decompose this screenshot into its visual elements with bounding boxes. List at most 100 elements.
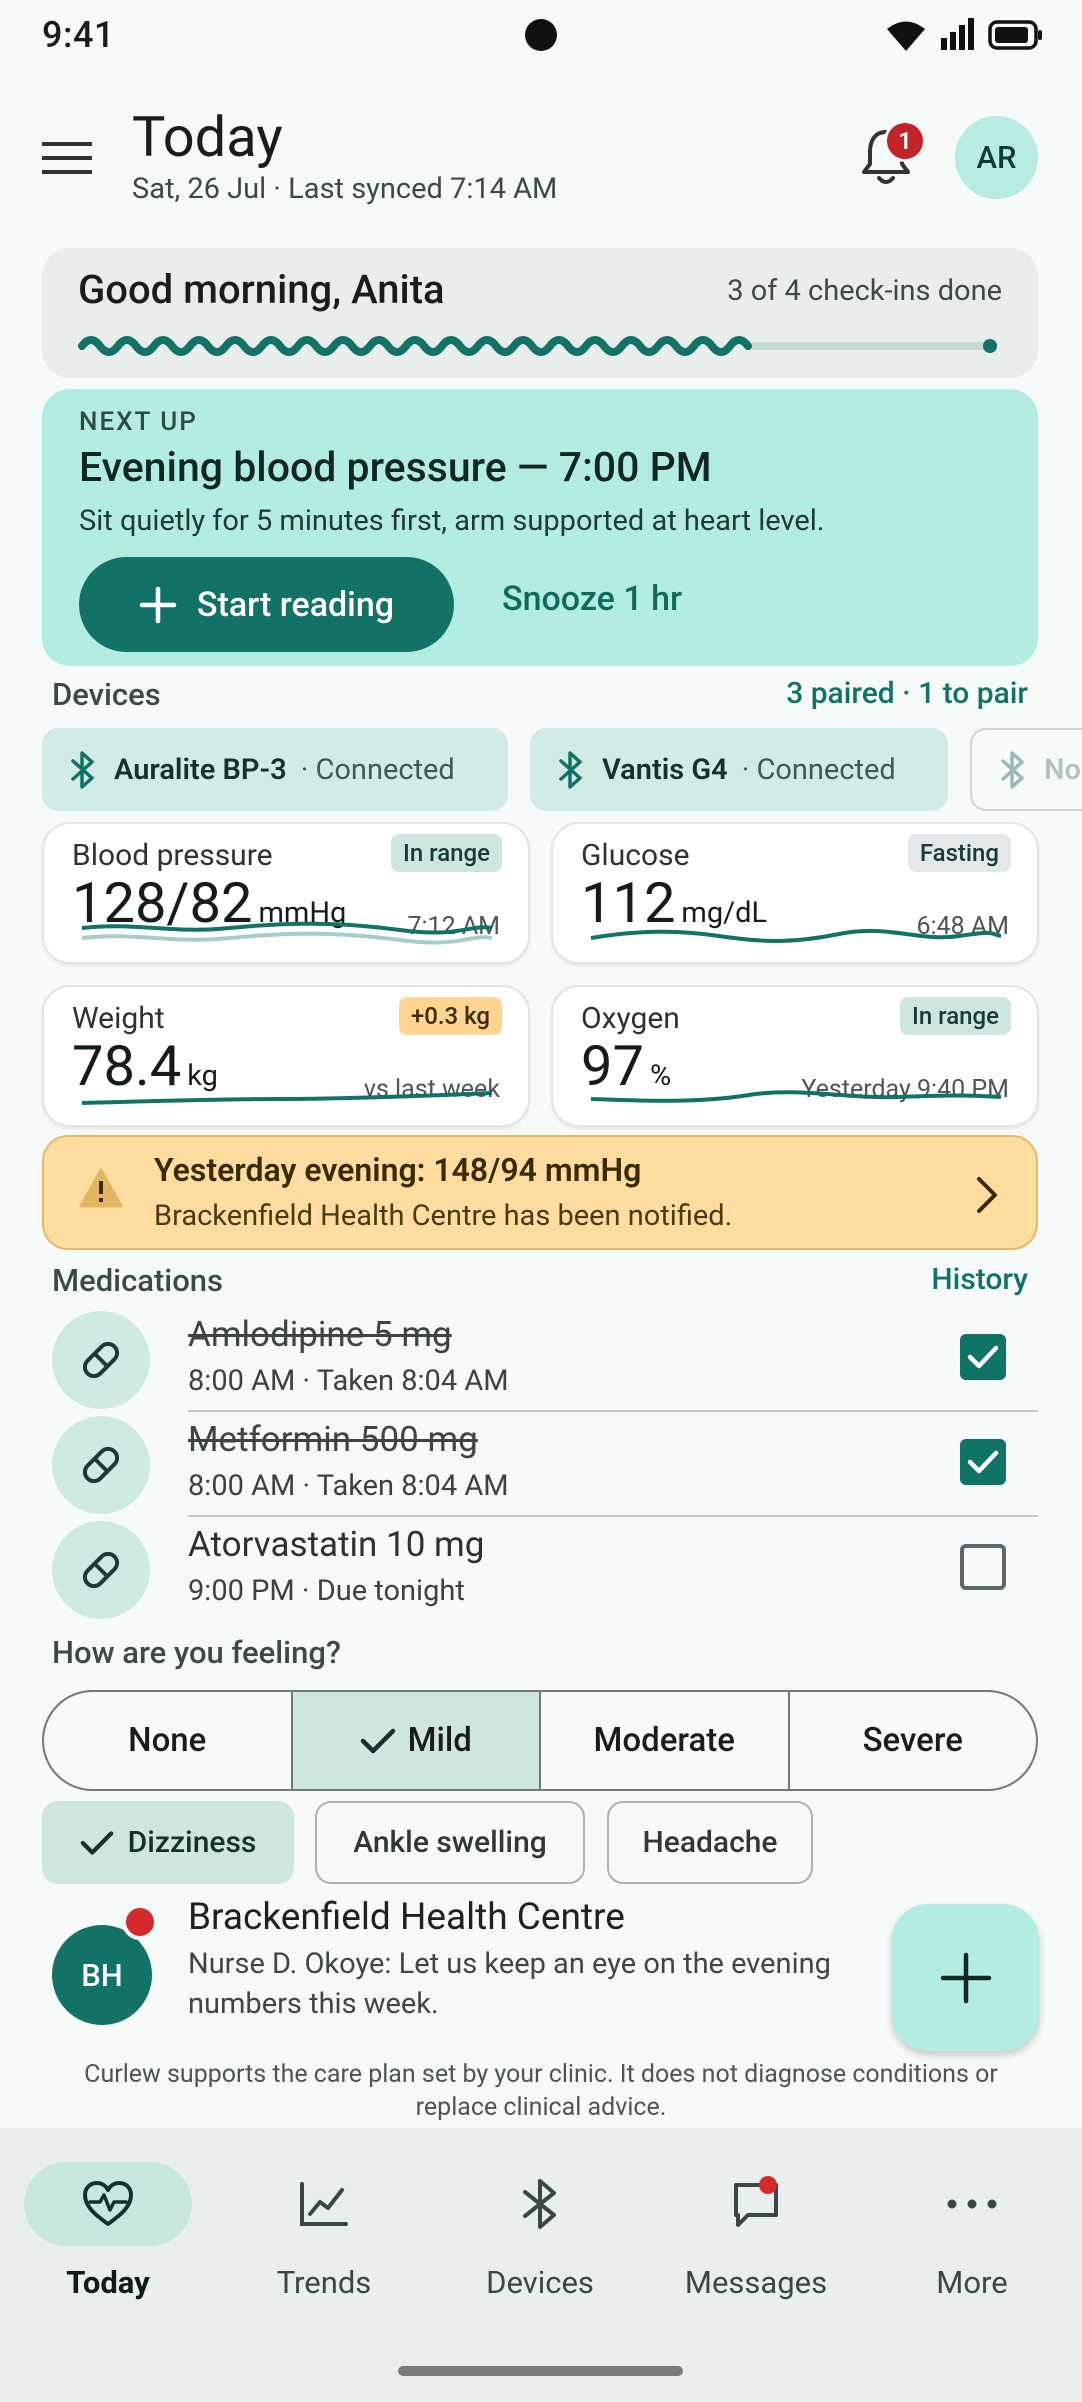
metric-tag: In range bbox=[391, 834, 502, 872]
device-chip-vantis[interactable]: Vantis G4 · Connected bbox=[530, 728, 948, 811]
severity-option-none[interactable]: None bbox=[44, 1692, 291, 1789]
snooze-button[interactable]: Snooze 1 hr bbox=[502, 579, 682, 619]
medications-heading: Medications bbox=[52, 1262, 223, 1299]
chevron-right-icon bbox=[977, 1177, 997, 1213]
nav-label: More bbox=[936, 2264, 1008, 2301]
severity-option-mild[interactable]: Mild bbox=[290, 1692, 539, 1789]
bluetooth-icon bbox=[1001, 750, 1024, 789]
med-row-amlodipine[interactable]: Amlodipine 5 mg 8:00 AM · Taken 8:04 AM bbox=[0, 1308, 1082, 1412]
med-name: Metformin 500 mg bbox=[188, 1419, 478, 1460]
nav-item-trends[interactable]: Trends bbox=[239, 2162, 409, 2301]
history-link[interactable]: History bbox=[931, 1262, 1028, 1297]
symptom-chip-headache[interactable]: Headache bbox=[607, 1801, 813, 1884]
next-up-description: Sit quietly for 5 minutes first, arm sup… bbox=[79, 504, 825, 538]
metric-tag: In range bbox=[900, 997, 1011, 1035]
device-status: · Connected bbox=[300, 752, 455, 787]
user-avatar[interactable]: AR bbox=[955, 116, 1038, 199]
med-divider bbox=[188, 1410, 1038, 1412]
message-text: Nurse D. Okoye: Let us keep an eye on th… bbox=[188, 1947, 831, 2021]
battery-icon bbox=[988, 20, 1042, 50]
notification-badge: 1 bbox=[884, 120, 926, 162]
metric-card-weight[interactable]: Weight +0.3 kg 78.4 kg vs last week bbox=[42, 985, 530, 1127]
page-title: Today bbox=[132, 104, 283, 170]
next-up-label: NEXT UP bbox=[79, 407, 198, 437]
alert-description: Brackenfield Health Centre has been noti… bbox=[154, 1199, 733, 1233]
devices-summary-link[interactable]: 3 paired · 1 to pair bbox=[786, 676, 1028, 711]
nav-item-today[interactable]: Today bbox=[23, 2162, 193, 2301]
status-time: 9:41 bbox=[42, 14, 115, 56]
messages-unread-dot bbox=[759, 2176, 777, 2194]
med-checkbox-unchecked[interactable] bbox=[960, 1544, 1006, 1590]
metric-title: Glucose bbox=[581, 838, 690, 873]
nav-item-devices[interactable]: Devices bbox=[455, 2162, 625, 2301]
greeting-title: Good morning, Anita bbox=[78, 266, 445, 313]
metric-title: Oxygen bbox=[581, 1001, 680, 1036]
severity-option-moderate[interactable]: Moderate bbox=[539, 1692, 788, 1789]
check-icon bbox=[967, 1345, 999, 1369]
device-name: Vantis G4 bbox=[602, 752, 728, 787]
check-icon bbox=[360, 1728, 395, 1753]
nav-label: Trends bbox=[276, 2264, 372, 2301]
device-name: No bbox=[1044, 752, 1081, 787]
check-icon bbox=[80, 1830, 113, 1855]
bp-alert-banner[interactable]: Yesterday evening: 148/94 mmHg Brackenfi… bbox=[42, 1135, 1038, 1250]
metric-tag: Fasting bbox=[907, 834, 1011, 872]
nav-item-messages[interactable]: Messages bbox=[671, 2162, 841, 2301]
trend-chart-icon bbox=[300, 2182, 348, 2226]
checkin-count: 3 of 4 check-ins done bbox=[727, 274, 1002, 308]
wifi-icon bbox=[887, 21, 925, 51]
next-up-card: NEXT UP Evening blood pressure — 7:00 PM… bbox=[42, 389, 1038, 666]
disclaimer-text: Curlew supports the care plan set by you… bbox=[84, 2060, 998, 2122]
sync-status: Sat, 26 Jul · Last synced 7:14 AM bbox=[132, 172, 558, 206]
severity-option-severe[interactable]: Severe bbox=[787, 1692, 1037, 1789]
start-reading-button[interactable]: Start reading bbox=[79, 557, 454, 652]
bluetooth-icon bbox=[559, 750, 582, 789]
med-divider bbox=[188, 1515, 1038, 1517]
med-icon-wrap bbox=[52, 1311, 150, 1409]
nav-item-more[interactable]: More bbox=[887, 2162, 1057, 2301]
device-status: · Connected bbox=[741, 752, 896, 787]
med-detail: 9:00 PM · Due tonight bbox=[188, 1574, 465, 1608]
checkin-progress bbox=[78, 336, 997, 356]
nav-label: Messages bbox=[684, 2264, 828, 2301]
device-chip-unpaired[interactable]: No bbox=[970, 728, 1082, 811]
symptom-chip-dizziness[interactable]: Dizziness bbox=[42, 1801, 294, 1884]
device-chip-auralite[interactable]: Auralite BP-3 · Connected bbox=[42, 728, 508, 811]
weight-sparkline bbox=[81, 1091, 493, 1105]
add-fab[interactable] bbox=[892, 1904, 1039, 2051]
metric-tag: +0.3 kg bbox=[398, 997, 502, 1035]
oxygen-sparkline bbox=[590, 1090, 1002, 1103]
med-detail: 8:00 AM · Taken 8:04 AM bbox=[188, 1364, 509, 1398]
symptom-chip-ankle-swelling[interactable]: Ankle swelling bbox=[315, 1801, 585, 1884]
med-row-atorvastatin[interactable]: Atorvastatin 10 mg 9:00 PM · Due tonight bbox=[0, 1518, 1082, 1622]
med-row-metformin[interactable]: Metformin 500 mg 8:00 AM · Taken 8:04 AM bbox=[0, 1413, 1082, 1517]
med-name: Atorvastatin 10 mg bbox=[188, 1524, 485, 1565]
med-icon-wrap bbox=[52, 1521, 150, 1619]
plus-icon bbox=[940, 1952, 991, 2003]
med-detail: 8:00 AM · Taken 8:04 AM bbox=[188, 1469, 509, 1503]
alert-title: Yesterday evening: 148/94 mmHg bbox=[154, 1151, 642, 1189]
bottom-navigation: Today Trends Devices Messages More bbox=[0, 2128, 1082, 2402]
glucose-sparkline bbox=[590, 928, 1002, 943]
nav-label: Today bbox=[66, 2264, 150, 2301]
menu-icon[interactable] bbox=[42, 140, 94, 176]
metric-card-oxygen[interactable]: Oxygen In range 97% Yesterday 9:40 PM bbox=[551, 985, 1039, 1127]
metric-title: Blood pressure bbox=[72, 838, 273, 873]
device-name: Auralite BP-3 bbox=[114, 752, 287, 787]
med-checkbox-checked[interactable] bbox=[960, 1439, 1006, 1485]
med-checkbox-checked[interactable] bbox=[960, 1334, 1006, 1380]
metric-card-blood-pressure[interactable]: Blood pressure In range 128/82 mmHg 7:12 … bbox=[42, 822, 530, 964]
unread-dot bbox=[122, 1904, 158, 1940]
med-icon-wrap bbox=[52, 1416, 150, 1514]
home-indicator[interactable] bbox=[398, 2366, 683, 2376]
bp-sparkline bbox=[81, 921, 493, 945]
warning-icon bbox=[79, 1168, 123, 1208]
status-bar: 9:41 bbox=[0, 0, 1082, 70]
camera-cutout bbox=[525, 19, 557, 51]
bluetooth-icon bbox=[523, 2179, 556, 2229]
heart-pulse-icon bbox=[83, 2181, 133, 2226]
devices-heading: Devices bbox=[52, 676, 161, 713]
metric-title: Weight bbox=[72, 1001, 165, 1036]
nav-label: Devices bbox=[486, 2264, 594, 2301]
metric-card-glucose[interactable]: Glucose Fasting 112 mg/dL 6:48 AM bbox=[551, 822, 1039, 964]
